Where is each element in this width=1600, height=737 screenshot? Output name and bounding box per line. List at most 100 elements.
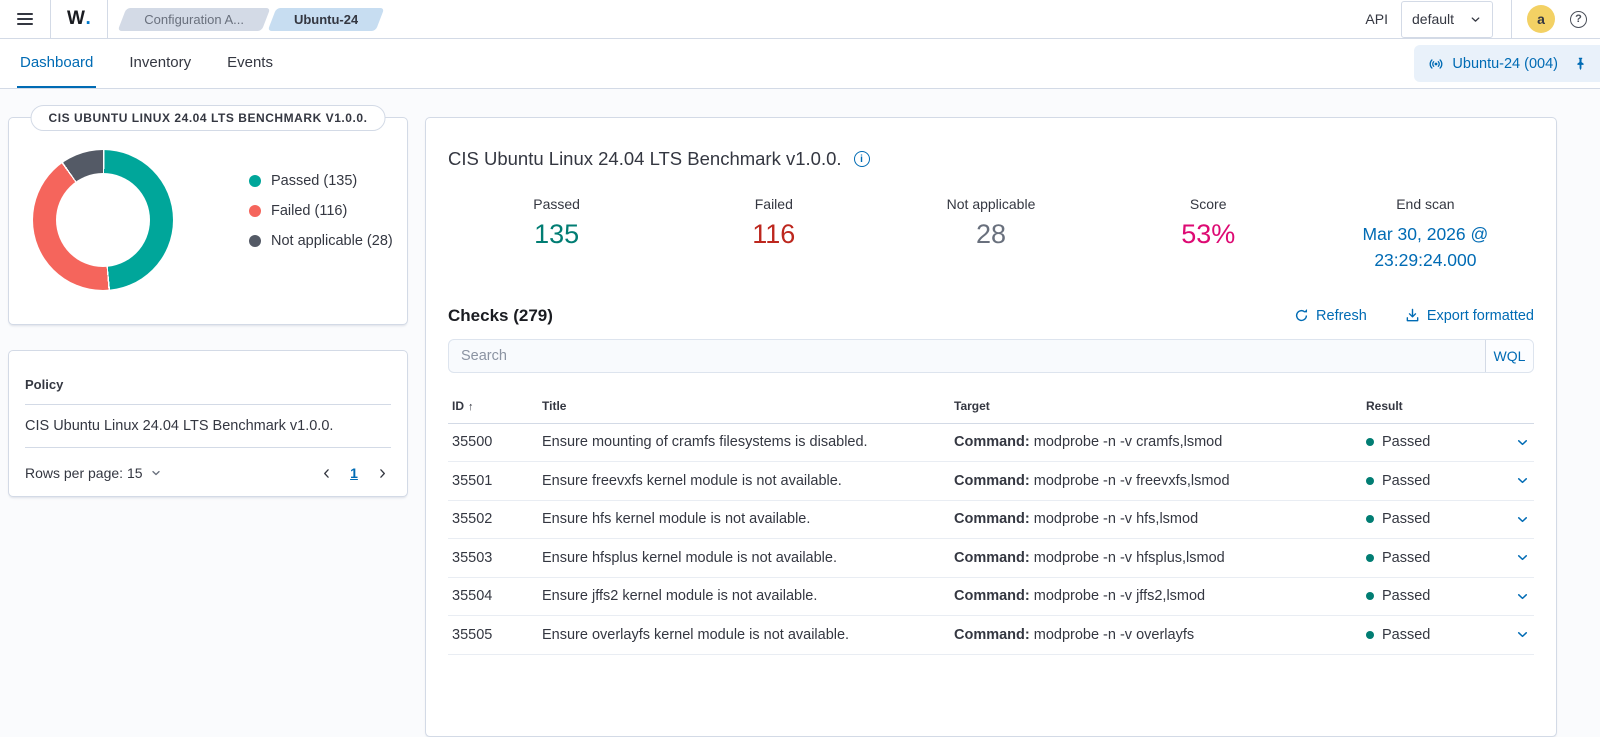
api-selector[interactable]: default (1401, 0, 1493, 38)
table-row[interactable]: 35504 Ensure jffs2 kernel module is not … (448, 578, 1534, 616)
next-page-button[interactable] (373, 461, 391, 485)
policy-column-header[interactable]: Policy (25, 351, 391, 405)
breadcrumb-item[interactable]: Configuration A... (122, 8, 266, 31)
chevron-down-icon (1518, 439, 1527, 445)
page-number-button[interactable]: 1 (343, 461, 365, 485)
result-label: Passed (1382, 434, 1431, 451)
previous-page-button[interactable] (317, 461, 335, 485)
legend-label: Not applicable (28) (271, 233, 393, 249)
wql-button[interactable]: WQL (1485, 339, 1533, 372)
benchmark-badge: CIS UBUNTU LINUX 24.04 LTS BENCHMARK V1.… (30, 105, 386, 131)
column-header-result[interactable]: Result (1362, 399, 1492, 413)
chevron-down-icon (151, 470, 160, 476)
check-result: Passed (1362, 511, 1492, 527)
check-id: 35500 (452, 434, 493, 451)
legend-item[interactable]: Not applicable (28) (249, 233, 393, 249)
check-title: Ensure overlayfs kernel module is not av… (542, 626, 850, 643)
result-status-dot (1366, 438, 1374, 447)
stat-label: Failed (754, 196, 793, 212)
check-target: Command: modprobe -n -v hfs,lsmod (954, 511, 1199, 528)
legend-item[interactable]: Passed (135) (249, 173, 393, 189)
pagination: 1 (317, 461, 391, 485)
result-label: Passed (1382, 626, 1431, 643)
module-tabs: Dashboard Inventory Events Ubuntu-24 (00… (0, 39, 1600, 89)
check-title: Ensure hfsplus kernel module is not avai… (542, 549, 837, 566)
check-result: Passed (1362, 473, 1492, 489)
chevron-down-icon (1518, 478, 1527, 484)
sort-ascending-icon: ↑ (468, 400, 474, 413)
stat-value: 28 (975, 219, 1007, 249)
check-id: 35505 (452, 626, 493, 643)
avatar[interactable]: a (1527, 5, 1555, 33)
stat-label: Not applicable (946, 196, 1036, 212)
checks-heading: Checks (279) (448, 305, 553, 325)
tab[interactable]: Inventory (126, 39, 194, 88)
chevron-down-icon (1471, 16, 1480, 22)
expand-row-button[interactable] (1492, 627, 1534, 642)
chevron-down-icon (1518, 593, 1527, 599)
check-title: Ensure hfs kernel module is not availabl… (542, 511, 811, 528)
column-header-title[interactable]: Title (538, 399, 950, 413)
check-result: Passed (1362, 588, 1492, 604)
pinned-agent-label: Ubuntu-24 (004) (1452, 55, 1558, 72)
check-target: Command: modprobe -n -v freevxfs,lsmod (954, 472, 1230, 489)
expand-row-button[interactable] (1492, 435, 1534, 450)
breadcrumb: Configuration A... Ubuntu-24 (122, 8, 380, 31)
stat: End scan Mar 30, 2026 @ 23:29:24.000 (1317, 196, 1534, 274)
check-title: Ensure jffs2 kernel module is not availa… (542, 588, 818, 605)
stat: Passed 135 (448, 196, 665, 274)
dashboard-content: CIS UBUNTU LINUX 24.04 LTS BENCHMARK V1.… (0, 89, 1600, 737)
table-row[interactable]: 35500 Ensure mounting of cramfs filesyst… (448, 424, 1534, 462)
pinned-agent-button[interactable]: Ubuntu-24 (004) (1414, 45, 1600, 82)
result-status-dot (1366, 553, 1374, 562)
pin-icon[interactable] (1573, 56, 1588, 71)
stat-value: 116 (752, 219, 796, 249)
table-row[interactable]: 35505 Ensure overlayfs kernel module is … (448, 616, 1534, 655)
divider (107, 0, 109, 38)
top-header: W. Configuration A... Ubuntu-24 API defa… (0, 0, 1600, 39)
stat-value: Mar 30, 2026 @ 23:29:24.000 (1362, 224, 1489, 271)
search-input[interactable] (449, 339, 1485, 372)
column-header-target[interactable]: Target (950, 399, 1362, 413)
check-target: Command: modprobe -n -v hfsplus,lsmod (954, 549, 1225, 566)
stat-label: Score (1189, 196, 1227, 212)
table-row[interactable]: 35502 Ensure hfs kernel module is not av… (448, 501, 1534, 539)
help-icon[interactable]: ? (1570, 10, 1587, 28)
main-title-row: CIS Ubuntu Linux 24.04 LTS Benchmark v1.… (448, 148, 1534, 170)
chevron-left-icon (323, 468, 329, 478)
tab[interactable]: Events (224, 39, 276, 88)
refresh-button[interactable]: Refresh (1294, 308, 1367, 324)
result-status-dot (1366, 476, 1374, 485)
result-label: Passed (1382, 511, 1431, 528)
wazuh-logo[interactable]: W. (51, 8, 107, 30)
expand-row-button[interactable] (1492, 512, 1534, 527)
export-formatted-button[interactable]: Export formatted (1405, 308, 1534, 324)
stat-label: End scan (1396, 196, 1455, 212)
checks-table: ID ↑ Title Target Result 35500 Ensure mou… (448, 388, 1534, 655)
info-icon[interactable]: i (853, 151, 870, 167)
column-header-id[interactable]: ID ↑ (448, 399, 538, 413)
export-icon (1406, 308, 1419, 322)
breadcrumb-item[interactable]: Ubuntu-24 (272, 8, 380, 31)
policy-card-footer: Rows per page: 15 1 (25, 448, 391, 485)
table-row[interactable]: 35501 Ensure freevxfs kernel module is n… (448, 462, 1534, 501)
check-id: 35504 (452, 588, 493, 605)
expand-row-button[interactable] (1492, 473, 1534, 488)
hamburger-icon (17, 13, 33, 15)
legend-label: Failed (116) (271, 203, 348, 219)
check-id: 35502 (452, 511, 493, 528)
check-result: Passed (1362, 627, 1492, 643)
hamburger-menu-button[interactable] (0, 0, 50, 38)
tab[interactable]: Dashboard (17, 39, 97, 88)
table-row[interactable]: 35503 Ensure hfsplus kernel module is no… (448, 539, 1534, 578)
check-title: Ensure mounting of cramfs filesystems is… (542, 434, 868, 451)
stat: Score 53% (1100, 196, 1317, 274)
checks-toolbar: Checks (279) Refresh Export formatted (448, 306, 1534, 326)
legend-item[interactable]: Failed (116) (249, 203, 393, 219)
policy-row[interactable]: CIS Ubuntu Linux 24.04 LTS Benchmark v1.… (25, 405, 391, 448)
result-status-dot (1366, 515, 1374, 524)
stat-value: 135 (534, 219, 580, 249)
expand-row-button[interactable] (1492, 550, 1534, 565)
rows-per-page-button[interactable]: Rows per page: 15 (25, 465, 162, 481)
expand-row-button[interactable] (1492, 589, 1534, 604)
